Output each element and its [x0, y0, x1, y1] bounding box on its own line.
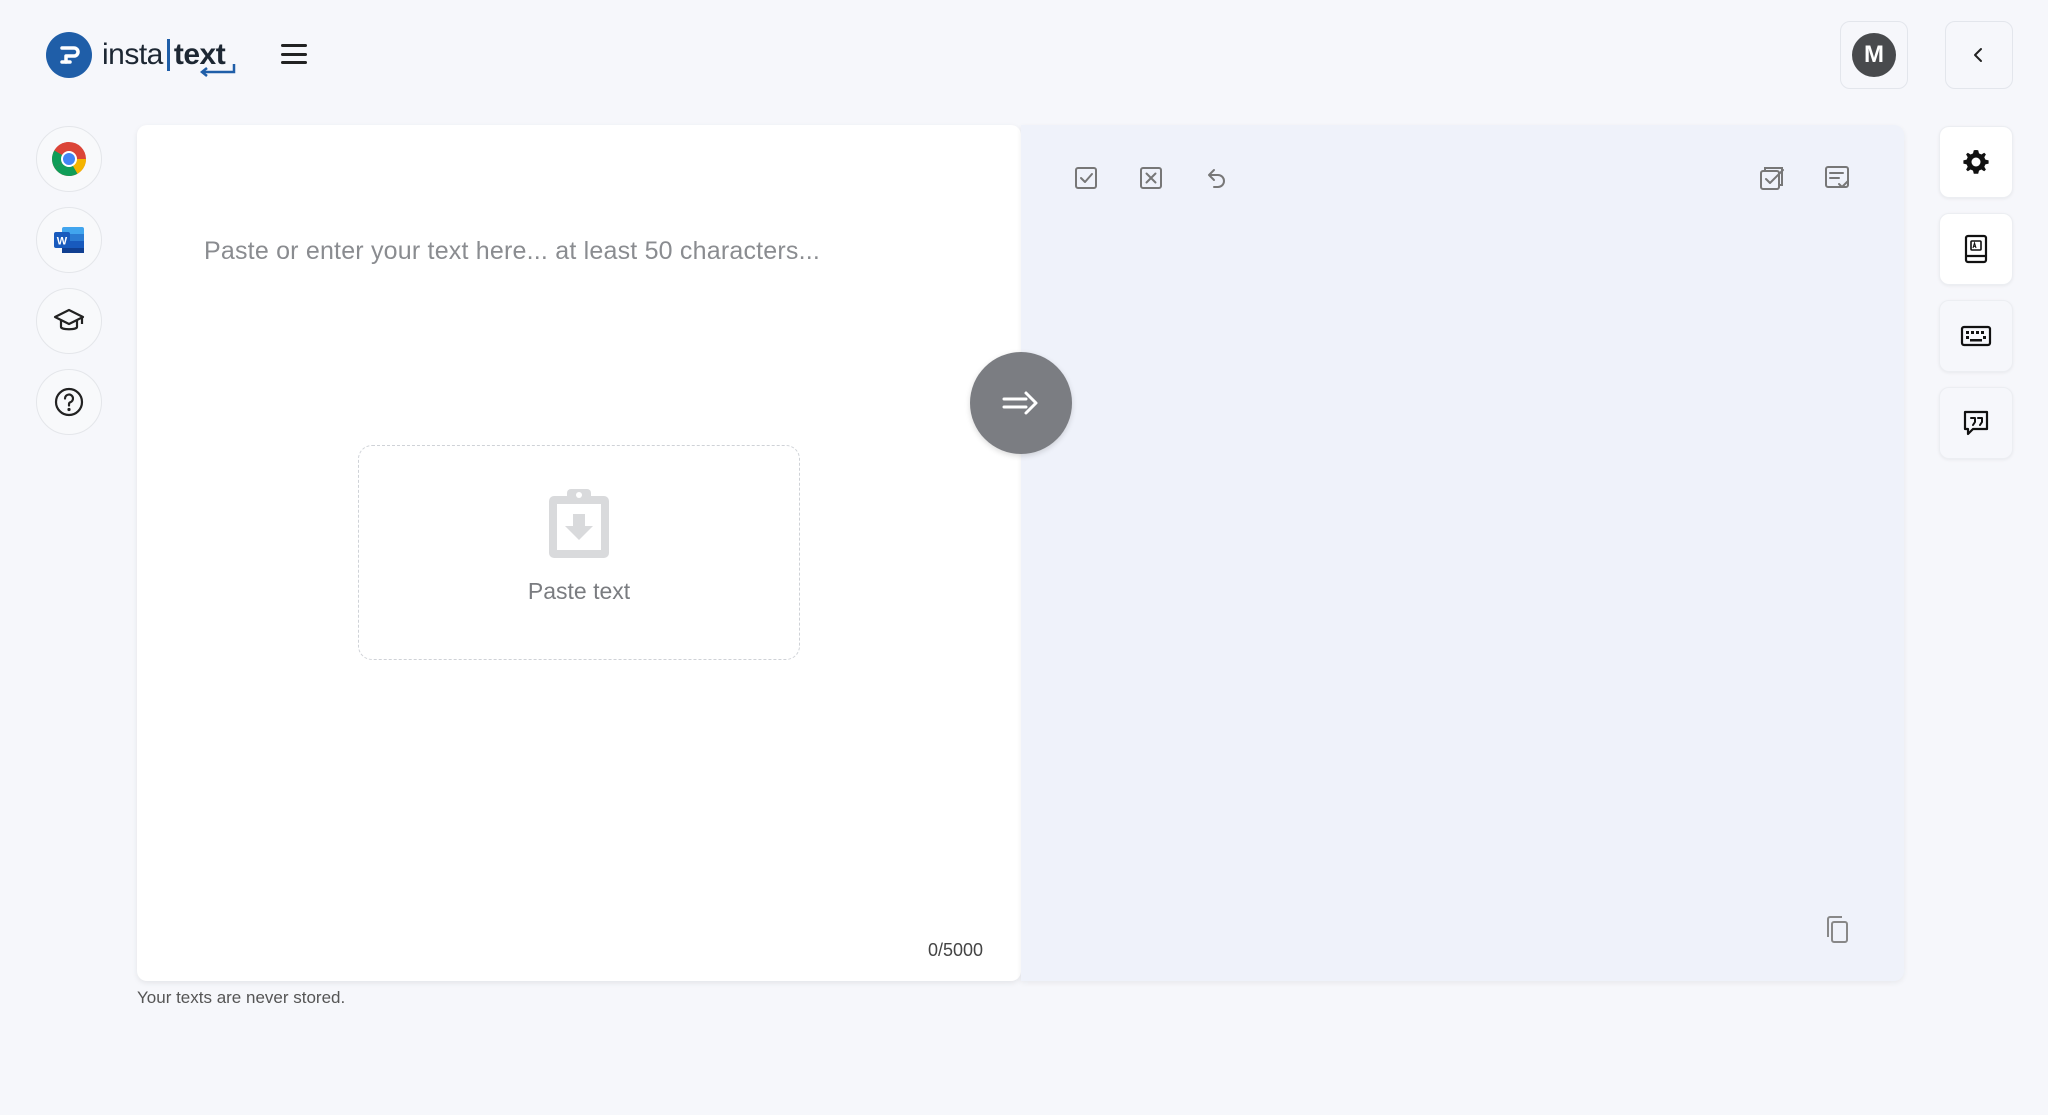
app-logo[interactable]: insta text: [46, 32, 236, 78]
check-document-button[interactable]: [1755, 161, 1789, 195]
undo-icon: [1208, 169, 1225, 188]
undo-button[interactable]: [1199, 161, 1233, 195]
help-button[interactable]: [36, 369, 102, 435]
chrome-extension-button[interactable]: [36, 126, 102, 192]
help-icon: [54, 387, 84, 417]
clipboard-paste-icon: [549, 489, 609, 558]
paste-text-button[interactable]: Paste text: [358, 445, 800, 660]
academic-button[interactable]: [36, 288, 102, 354]
word-icon: W: [54, 227, 84, 253]
storage-note: Your texts are never stored.: [137, 988, 346, 1007]
check-document-icon: [1760, 167, 1784, 190]
feedback-button[interactable]: [1939, 387, 2013, 459]
keyboard-shortcuts-button[interactable]: [1939, 300, 2013, 372]
copy-icon: [1827, 916, 1848, 943]
hamburger-menu-button[interactable]: [278, 40, 310, 68]
accept-all-icon: [1075, 167, 1097, 189]
left-rail: W: [36, 126, 102, 435]
word-addin-button[interactable]: W: [36, 207, 102, 273]
svg-text:W: W: [57, 236, 68, 248]
menu-line: [281, 61, 307, 64]
avatar: M: [1852, 33, 1896, 77]
logo-text-insta: insta: [102, 38, 163, 71]
graduation-cap-icon: [53, 308, 85, 331]
keyboard-icon: [1960, 325, 1992, 347]
notes-check-icon: [1825, 166, 1849, 188]
menu-line: [281, 44, 307, 47]
process-text-button[interactable]: [970, 352, 1072, 454]
dictionary-icon: [1964, 234, 1988, 264]
user-menu-button[interactable]: M: [1840, 21, 1908, 89]
right-rail: [1939, 126, 2013, 459]
copy-output-button[interactable]: [1820, 913, 1854, 947]
logo-return-arrow-icon: [199, 64, 236, 77]
reject-all-icon: [1140, 167, 1162, 189]
feedback-icon: [1963, 410, 1989, 436]
chrome-icon: [52, 142, 86, 176]
logo-wordmark: insta text: [102, 38, 236, 77]
arrow-right-lines-icon: [1002, 391, 1038, 415]
logo-text-text: text: [174, 38, 236, 77]
logo-mark-icon: [46, 32, 92, 78]
accept-all-button[interactable]: [1069, 161, 1103, 195]
collapse-panel-button[interactable]: [1945, 21, 2013, 89]
input-panel[interactable]: Paste or enter your text here... at leas…: [137, 125, 1021, 981]
dictionary-button[interactable]: [1939, 213, 2013, 285]
logo-cursor-bar: [166, 39, 170, 71]
reject-all-button[interactable]: [1134, 161, 1168, 195]
paste-text-label: Paste text: [527, 578, 631, 604]
chevron-left-icon: [1974, 48, 1982, 62]
notes-check-button[interactable]: [1820, 161, 1854, 195]
gear-icon: [1963, 150, 1989, 174]
character-counter: 0/5000: [927, 940, 983, 960]
output-panel: [1021, 125, 1904, 981]
menu-line: [281, 52, 307, 56]
text-input-placeholder[interactable]: Paste or enter your text here... at leas…: [204, 237, 820, 266]
settings-button[interactable]: [1939, 126, 2013, 198]
